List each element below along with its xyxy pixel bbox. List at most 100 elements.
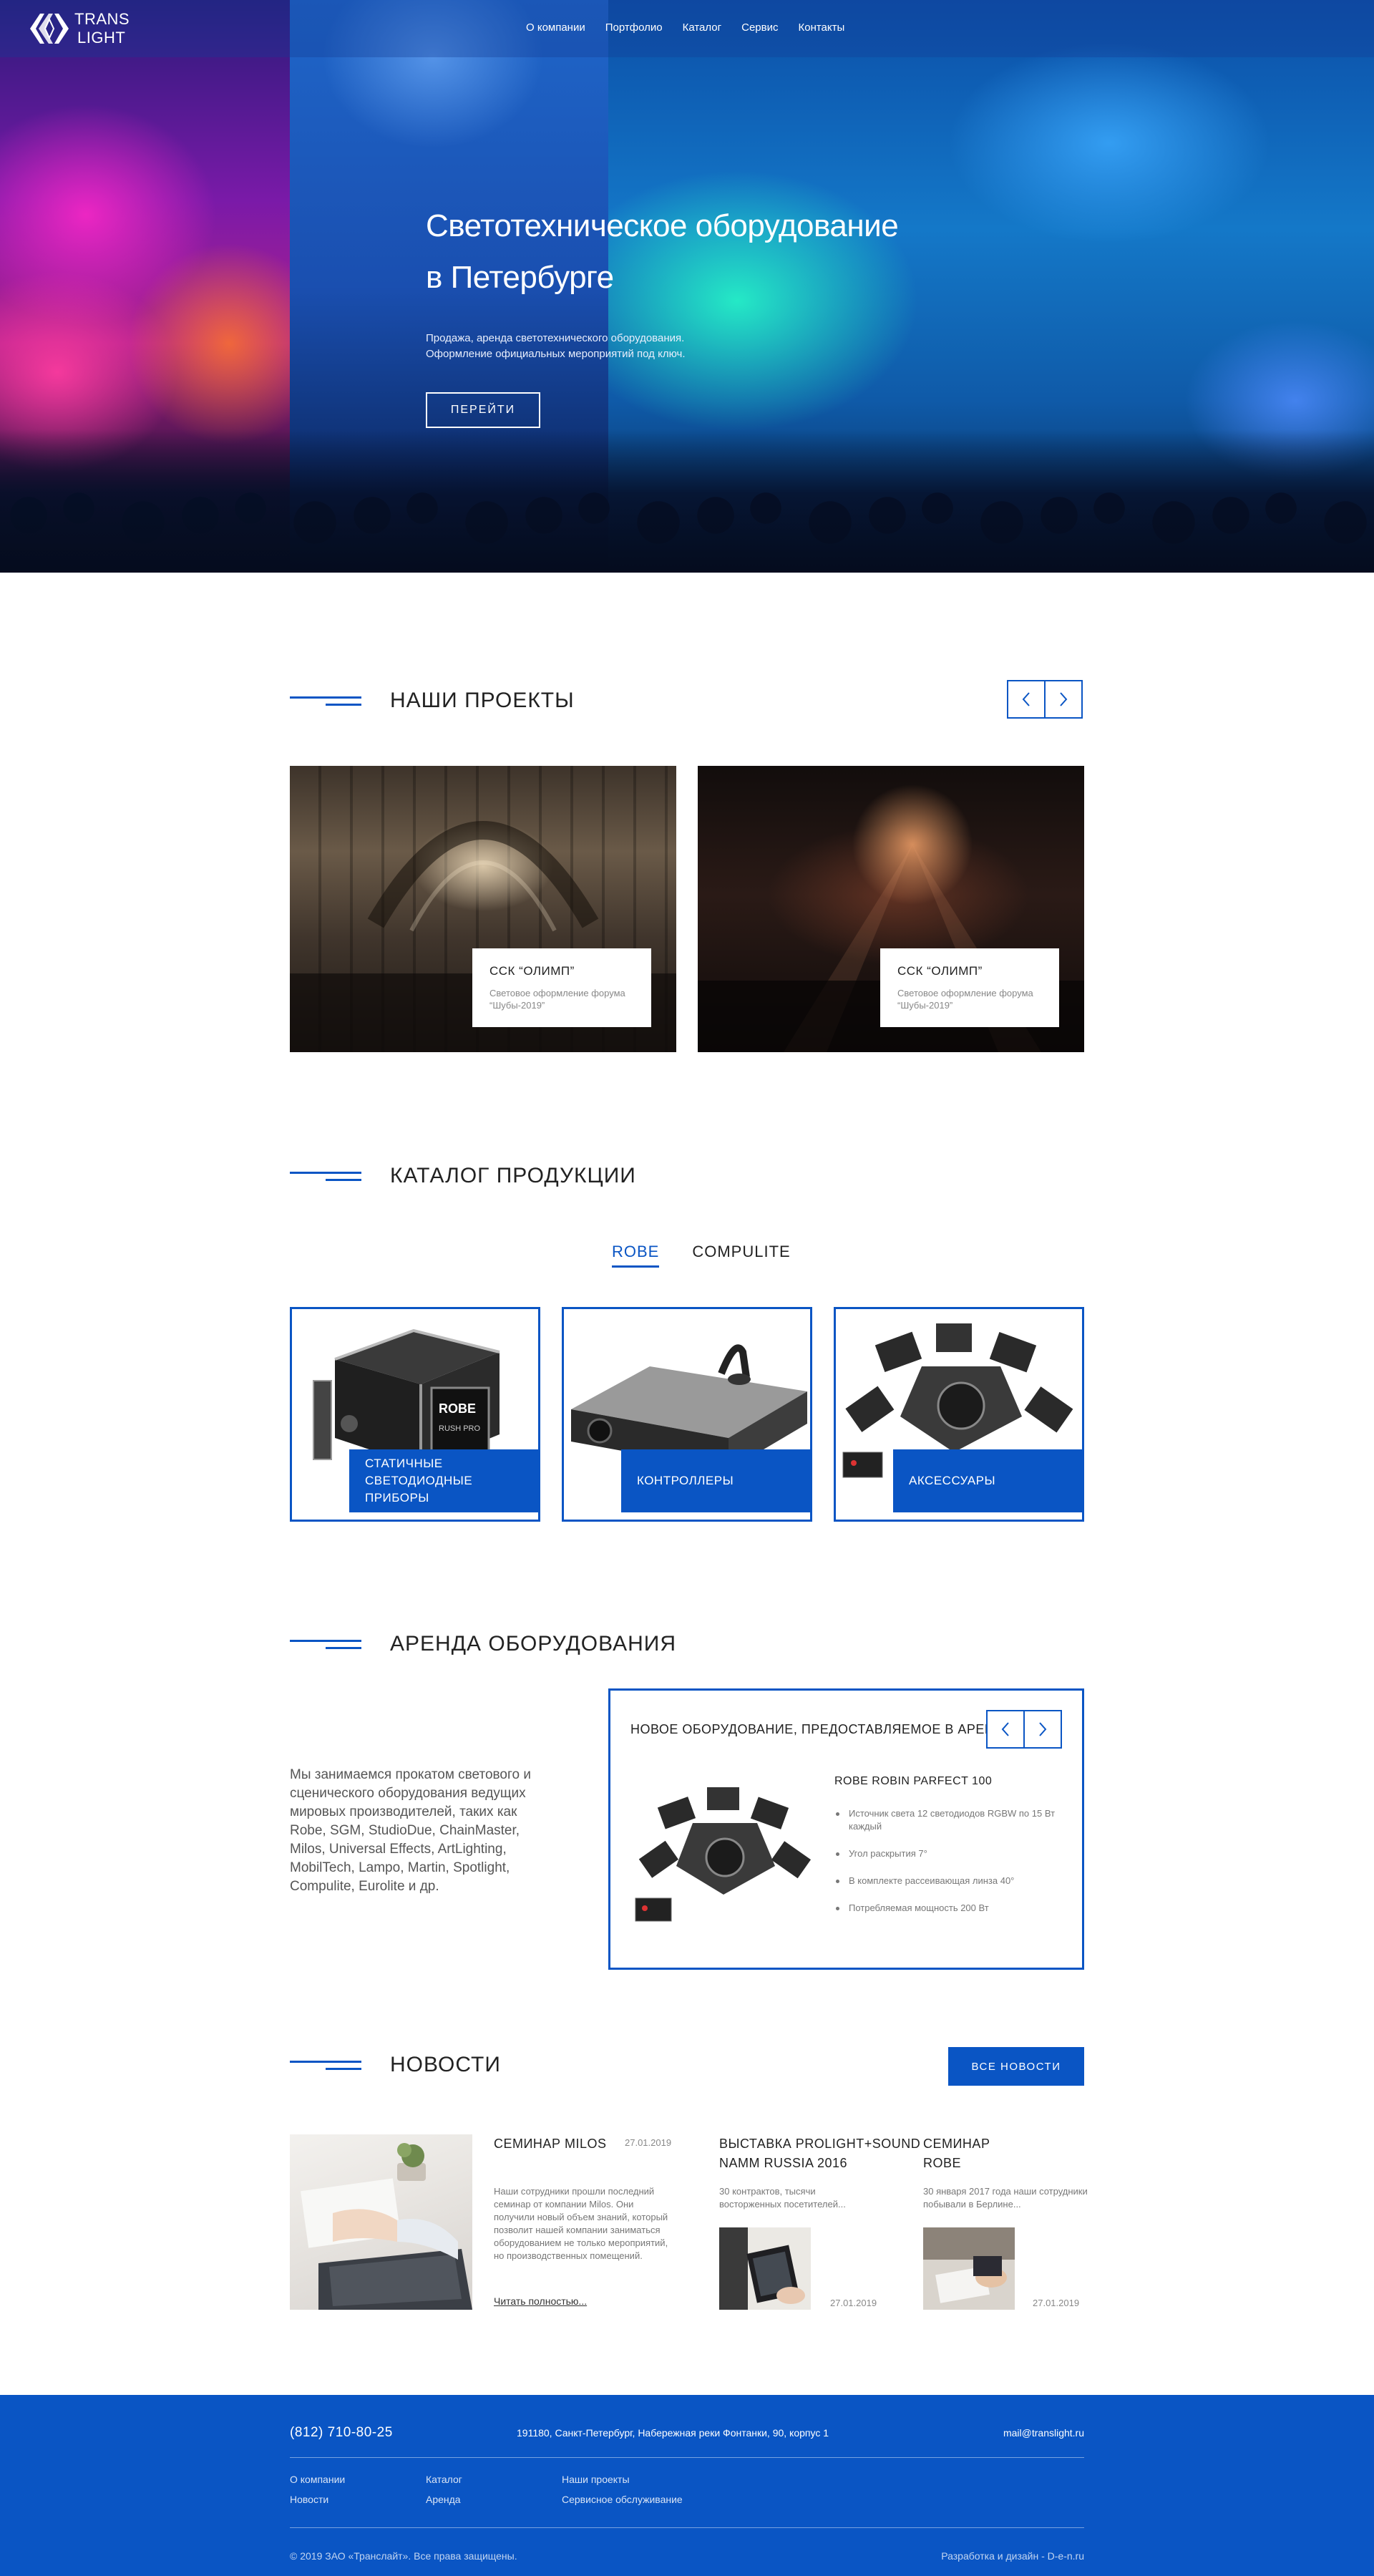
chevron-left-icon	[1001, 1722, 1009, 1736]
project-card[interactable]: ССК “ОЛИМП” Световое оформление форума “…	[290, 766, 676, 1052]
news-main-title[interactable]: СЕМИНАР MILOS	[494, 2134, 606, 2154]
rent-feature-item: В комплекте рассеивающая линза 40°	[834, 1875, 1063, 1887]
heading-decor-lines	[290, 1637, 361, 1651]
project-description: Световое оформление форума “Шубы-2019”	[897, 988, 1033, 1011]
news-main-text: Наши сотрудники прошли последний семинар…	[494, 2186, 668, 2261]
catalog-item-label: КОНТРОЛЛЕРЫ	[621, 1449, 810, 1512]
news-third-text: 30 января 2017 года наши сотрудники побы…	[923, 2186, 1088, 2210]
rent-feature-list: Источник света 12 светодиодов RGBW по 15…	[834, 1807, 1063, 1929]
news-read-more-link[interactable]: Читать полностью...	[494, 2295, 587, 2307]
news-third-date: 27.01.2019	[1033, 2298, 1080, 2308]
project-description: Световое оформление форума “Шубы-2019”	[489, 988, 625, 1011]
rent-feature-item: Источник света 12 светодиодов RGBW по 15…	[834, 1807, 1063, 1833]
rent-slider-controls	[986, 1710, 1062, 1749]
nav-link-catalog[interactable]: Каталог	[683, 21, 722, 34]
brand-tabs: ROBE COMPULITE	[612, 1243, 824, 1268]
news-main-photo[interactable]	[290, 2134, 472, 2310]
hero-crowd-shade	[0, 429, 1374, 573]
catalog-item-label-text: КОНТРОЛЛЕРЫ	[637, 1474, 734, 1487]
rent-next-button[interactable]	[1023, 1710, 1062, 1749]
projects-next-button[interactable]	[1044, 680, 1083, 719]
rent-prev-button[interactable]	[986, 1710, 1025, 1749]
catalog-item-controllers[interactable]: КОНТРОЛЛЕРЫ	[562, 1307, 812, 1522]
rent-feature-item: Потребляемая мощность 200 Вт	[834, 1902, 1063, 1915]
hero-cta-button[interactable]: ПЕРЕЙТИ	[426, 392, 540, 428]
rent-description: Мы занимаемся прокатом светового и сцени…	[290, 1767, 531, 1894]
heading-decor-lines	[290, 2058, 361, 2072]
projects-prev-button[interactable]	[1007, 680, 1046, 719]
logo-line-2: LIGHT	[77, 29, 126, 47]
news-second-date: 27.01.2019	[830, 2298, 877, 2308]
footer-copyright: © 2019 ЗАО «Транслайт». Все права защище…	[290, 2550, 517, 2562]
hero-title: Светотехническое оборудование в Петербур…	[426, 200, 998, 303]
tab-robe[interactable]: ROBE	[612, 1243, 660, 1268]
news-second-text: 30 контрактов, тысячи восторженных посет…	[719, 2186, 846, 2210]
catalog-item-label: АКСЕССУАРЫ	[893, 1449, 1082, 1512]
projects-title: НАШИ ПРОЕКТЫ	[390, 689, 575, 712]
footer-link-service[interactable]: Сервисное обслуживание	[562, 2494, 683, 2505]
footer-divider	[290, 2457, 1084, 2458]
nav-link-company[interactable]: О компании	[526, 21, 585, 34]
hero-subtitle-line-2: Оформление официальных мероприятий под к…	[426, 348, 686, 360]
catalog-item-label-text: СТАТИЧНЫЕ СВЕТОДИОДНЫЕ ПРИБОРЫ	[365, 1457, 473, 1505]
catalog-item-label: СТАТИЧНЫЕ СВЕТОДИОДНЫЕ ПРИБОРЫ	[349, 1449, 538, 1512]
footer-phone[interactable]: (812) 710-80-25	[290, 2425, 393, 2441]
case-model-text: RUSH PRO	[439, 1424, 481, 1433]
project-name: ССК “ОЛИМП”	[897, 964, 983, 978]
project-card[interactable]: ССК “ОЛИМП” Световое оформление форума “…	[698, 766, 1084, 1052]
news-third-title-line-2: ROBE	[923, 2156, 962, 2170]
hero-title-line-2: в Петербурге	[426, 260, 614, 295]
tab-compulite[interactable]: COMPULITE	[692, 1243, 790, 1268]
top-navigation-bar: TRANS LIGHT О компании Портфолио Каталог…	[0, 0, 1374, 57]
footer-divider	[290, 2527, 1084, 2528]
news-second-title[interactable]: ВЫСТАВКА PROLIGHT+SOUND NAMM RUSSIA 2016	[719, 2134, 920, 2173]
rent-new-equipment-box: НОВОЕ ОБОРУДОВАНИЕ, ПРЕДОСТАВЛЯЕМОЕ В АР…	[608, 1688, 1084, 1970]
project-caption: ССК “ОЛИМП” Световое оформление форума “…	[880, 948, 1059, 1027]
footer-link-catalog[interactable]: Каталог	[426, 2474, 462, 2485]
nav-link-contacts[interactable]: Контакты	[798, 21, 844, 34]
footer-email[interactable]: mail@translight.ru	[1003, 2427, 1084, 2439]
catalog-heading: КАТАЛОГ ПРОДУКЦИИ	[290, 1164, 636, 1188]
rent-heading: АРЕНДА ОБОРУДОВАНИЯ	[290, 1632, 676, 1656]
hero-title-line-1: Светотехническое оборудование	[426, 208, 899, 243]
nav-link-service[interactable]: Сервис	[741, 21, 778, 34]
tablet-hands-image	[719, 2227, 811, 2310]
logo-mark-icon	[30, 14, 69, 44]
news-second-thumb[interactable]	[719, 2227, 811, 2310]
project-name: ССК “ОЛИМП”	[489, 964, 575, 978]
news-third-title[interactable]: СЕМИНАР ROBE	[923, 2134, 990, 2173]
all-news-button[interactable]: ВСЕ НОВОСТИ	[948, 2047, 1084, 2086]
chevron-right-icon	[1039, 1722, 1047, 1736]
catalog-item-label-text: АКСЕССУАРЫ	[909, 1474, 996, 1487]
nav-link-portfolio[interactable]: Портфолио	[605, 21, 663, 34]
rent-feature-item: Угол раскрытия 7°	[834, 1847, 1063, 1860]
rent-product-name: ROBE ROBIN PARFECT 100	[834, 1775, 993, 1787]
heading-decor-lines	[290, 694, 361, 708]
catalog-item-accessories[interactable]: АКСЕССУАРЫ	[834, 1307, 1084, 1522]
chevron-left-icon	[1022, 692, 1030, 706]
footer-link-rent[interactable]: Аренда	[426, 2494, 461, 2505]
projects-heading: НАШИ ПРОЕКТЫ	[290, 689, 575, 713]
robin-parfect-image	[635, 1787, 812, 1922]
logo[interactable]: TRANS LIGHT	[29, 9, 143, 49]
news-third-thumb[interactable]	[923, 2227, 1015, 2310]
chevron-right-icon	[1060, 692, 1068, 706]
logo-line-1: TRANS	[74, 10, 130, 28]
footer-developer-link[interactable]: Разработка и дизайн - D-e-n.ru	[941, 2550, 1084, 2562]
news-title: НОВОСТИ	[390, 2053, 501, 2076]
projects-slider-controls	[1007, 680, 1083, 719]
catalog-item-led-fixtures[interactable]: ROBE RUSH PRO СТАТИЧНЫЕ СВЕТОДИОДНЫЕ ПРИ…	[290, 1307, 540, 1522]
catalog-title: КАТАЛОГ ПРОДУКЦИИ	[390, 1164, 636, 1187]
meeting-image	[923, 2227, 1015, 2310]
footer-link-news[interactable]: Новости	[290, 2494, 328, 2505]
hero-banner: TRANS LIGHT О компании Портфолио Каталог…	[0, 0, 1374, 573]
rent-box-title: НОВОЕ ОБОРУДОВАНИЕ, ПРЕДОСТАВЛЯЕМОЕ В АР…	[630, 1722, 1016, 1736]
project-caption: ССК “ОЛИМП” Световое оформление форума “…	[472, 948, 651, 1027]
footer-link-company[interactable]: О компании	[290, 2474, 345, 2485]
footer-link-projects[interactable]: Наши проекты	[562, 2474, 630, 2485]
footer-address: 191180, Санкт-Петербург, Набережная реки…	[517, 2427, 829, 2439]
news-heading: НОВОСТИ	[290, 2053, 501, 2077]
case-brand-text: ROBE	[439, 1401, 476, 1416]
news-third-title-line-1: СЕМИНАР	[923, 2137, 990, 2151]
rent-title: АРЕНДА ОБОРУДОВАНИЯ	[390, 1632, 677, 1656]
